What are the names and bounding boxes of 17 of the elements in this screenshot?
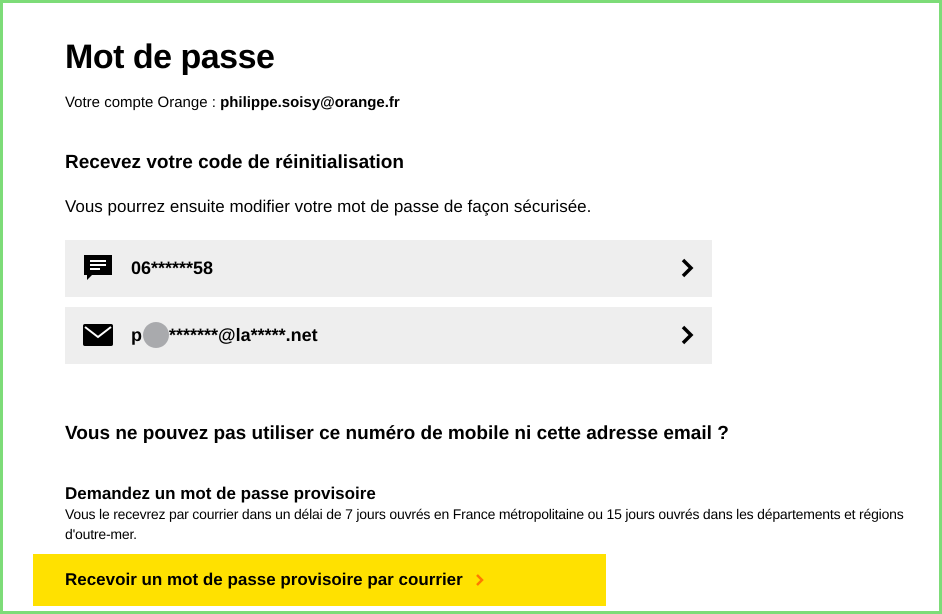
contact-value: 06******58 — [131, 256, 214, 280]
chevron-right-icon — [680, 258, 694, 278]
section-text: Vous pourrez ensuite modifier votre mot de passe de façon sécurisée. — [65, 196, 592, 218]
provisional-title: Demandez un mot de passe provisoire — [65, 484, 377, 504]
section-title: Recevez votre code de réinitialisation — [65, 150, 405, 174]
contact-value: p *******@la*****.net — [131, 322, 318, 348]
account-line: Votre compte Orange : philippe.soisy@orange.fr — [65, 93, 401, 113]
envelope-icon — [83, 324, 113, 346]
message-icon — [83, 253, 113, 283]
chevron-right-icon — [474, 573, 485, 587]
contact-option[interactable]: 06******58 — [65, 240, 712, 296]
provisional-text: Vous le recevrez par courrier dans un délai de 7 jours ouvrés en France métropolitaine ou 15 jours ouvrés dans les départements et régions d'outre-mer. — [65, 505, 905, 544]
chevron-right-icon — [680, 325, 694, 345]
page-title: Mot de passe — [65, 37, 276, 77]
mail-request-button[interactable]: Recevoir un mot de passe provisoire par courrier — [33, 554, 606, 606]
alternative-question: Vous ne pouvez pas utiliser ce numéro de mobile ni cette adresse email ? — [65, 422, 730, 446]
contact-option[interactable]: p *******@la*****.net — [65, 306, 712, 364]
